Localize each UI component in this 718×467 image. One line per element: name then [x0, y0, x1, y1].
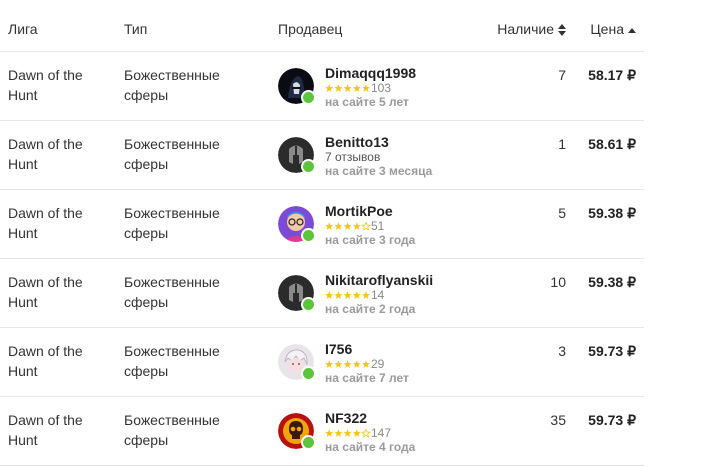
- table-row[interactable]: Dawn of the Hunt Божественные сферы Nikita…: [0, 259, 644, 328]
- offers-table: Лига Тип Продавец Наличие Цена Dawn of t…: [0, 0, 644, 466]
- rating-count: 147: [371, 426, 392, 440]
- price-cell: 59.73 ₽: [588, 412, 636, 428]
- online-status-icon: [301, 366, 316, 381]
- seller-since: на сайте 4 года: [325, 440, 416, 454]
- seller-avatar[interactable]: [278, 344, 316, 381]
- type-cell: Божественные сферы: [124, 67, 220, 103]
- seller-since: на сайте 2 года: [325, 302, 416, 316]
- table-row[interactable]: Dawn of the Hunt Божественные сферы Benitt…: [0, 121, 644, 190]
- table-row[interactable]: Dawn of the Hunt Божественные сферы Mortik…: [0, 190, 644, 259]
- league-cell: Dawn of the Hunt: [8, 205, 83, 241]
- seller-since: на сайте 3 года: [325, 233, 416, 247]
- sort-asc-icon: [628, 28, 636, 34]
- online-status-icon: [301, 297, 316, 312]
- stock-cell: 35: [550, 412, 566, 428]
- header-stock-sort[interactable]: Наличие: [497, 21, 566, 37]
- seller-name-link[interactable]: Nikitaroflyanskii: [325, 272, 433, 288]
- table-row[interactable]: Dawn of the Hunt Божественные сферы I756 29…: [0, 328, 644, 397]
- seller-since: на сайте 5 лет: [325, 95, 409, 109]
- seller-avatar[interactable]: [278, 137, 316, 174]
- online-status-icon: [301, 435, 316, 450]
- table-header: Лига Тип Продавец Наличие Цена: [0, 0, 644, 52]
- seller-avatar[interactable]: [278, 68, 316, 105]
- seller-name-link[interactable]: I756: [325, 341, 352, 357]
- header-price-sort[interactable]: Цена: [590, 21, 636, 37]
- rating-stars-icon: [325, 222, 371, 231]
- rating-stars-icon: [325, 429, 371, 438]
- league-cell: Dawn of the Hunt: [8, 412, 83, 448]
- stock-cell: 7: [558, 67, 566, 83]
- stock-cell: 1: [558, 136, 566, 152]
- price-cell: 59.73 ₽: [588, 343, 636, 359]
- online-status-icon: [301, 90, 316, 105]
- seller-rating: 147: [325, 426, 391, 440]
- seller-name-link[interactable]: Benitto13: [325, 134, 389, 150]
- header-league: Лига: [8, 21, 38, 37]
- seller-avatar[interactable]: [278, 413, 316, 450]
- rating-count: 51: [371, 219, 385, 233]
- rating-stars-icon: [325, 360, 370, 368]
- online-status-icon: [301, 159, 316, 174]
- online-status-icon: [301, 228, 316, 243]
- league-cell: Dawn of the Hunt: [8, 343, 83, 379]
- price-cell: 58.17 ₽: [588, 67, 636, 83]
- table-row[interactable]: Dawn of the Hunt Божественные сферы Dimaqq…: [0, 52, 644, 121]
- type-cell: Божественные сферы: [124, 205, 220, 241]
- rating-stars-icon: [325, 291, 370, 299]
- stock-cell: 3: [558, 343, 566, 359]
- seller-rating: 14: [325, 288, 384, 302]
- rating-count: 103: [371, 81, 392, 95]
- seller-name-link[interactable]: MortikPoe: [325, 203, 393, 219]
- seller-rating: 29: [325, 357, 384, 371]
- price-cell: 59.38 ₽: [588, 274, 636, 290]
- type-cell: Божественные сферы: [124, 412, 220, 448]
- league-cell: Dawn of the Hunt: [8, 67, 83, 103]
- stock-cell: 10: [550, 274, 566, 290]
- rating-count: 14: [371, 288, 385, 302]
- seller-name-link[interactable]: NF322: [325, 410, 367, 426]
- header-seller: Продавец: [278, 21, 343, 37]
- type-cell: Божественные сферы: [124, 274, 220, 310]
- type-cell: Божественные сферы: [124, 136, 220, 172]
- seller-avatar[interactable]: [278, 275, 316, 312]
- stock-cell: 5: [558, 205, 566, 221]
- seller-since: на сайте 7 лет: [325, 371, 409, 385]
- seller-avatar[interactable]: [278, 206, 316, 243]
- type-cell: Божественные сферы: [124, 343, 220, 379]
- rating-stars-icon: [325, 84, 370, 92]
- header-stock-label: Наличие: [497, 21, 554, 37]
- seller-rating: 7 отзывов: [325, 150, 380, 164]
- table-row[interactable]: Dawn of the Hunt Божественные сферы NF322 1…: [0, 397, 644, 466]
- seller-rating: 51: [325, 219, 384, 233]
- price-cell: 59.38 ₽: [588, 205, 636, 221]
- seller-rating: 103: [325, 81, 391, 95]
- price-cell: 58.61 ₽: [588, 136, 636, 152]
- seller-since: на сайте 3 месяца: [325, 164, 433, 178]
- header-price-label: Цена: [590, 21, 624, 37]
- league-cell: Dawn of the Hunt: [8, 274, 83, 310]
- seller-name-link[interactable]: Dimaqqq1998: [325, 65, 416, 81]
- reviews-count: 7 отзывов: [325, 150, 381, 164]
- rating-count: 29: [371, 357, 385, 371]
- sort-both-icon: [558, 24, 566, 37]
- header-type: Тип: [124, 21, 148, 37]
- league-cell: Dawn of the Hunt: [8, 136, 83, 172]
